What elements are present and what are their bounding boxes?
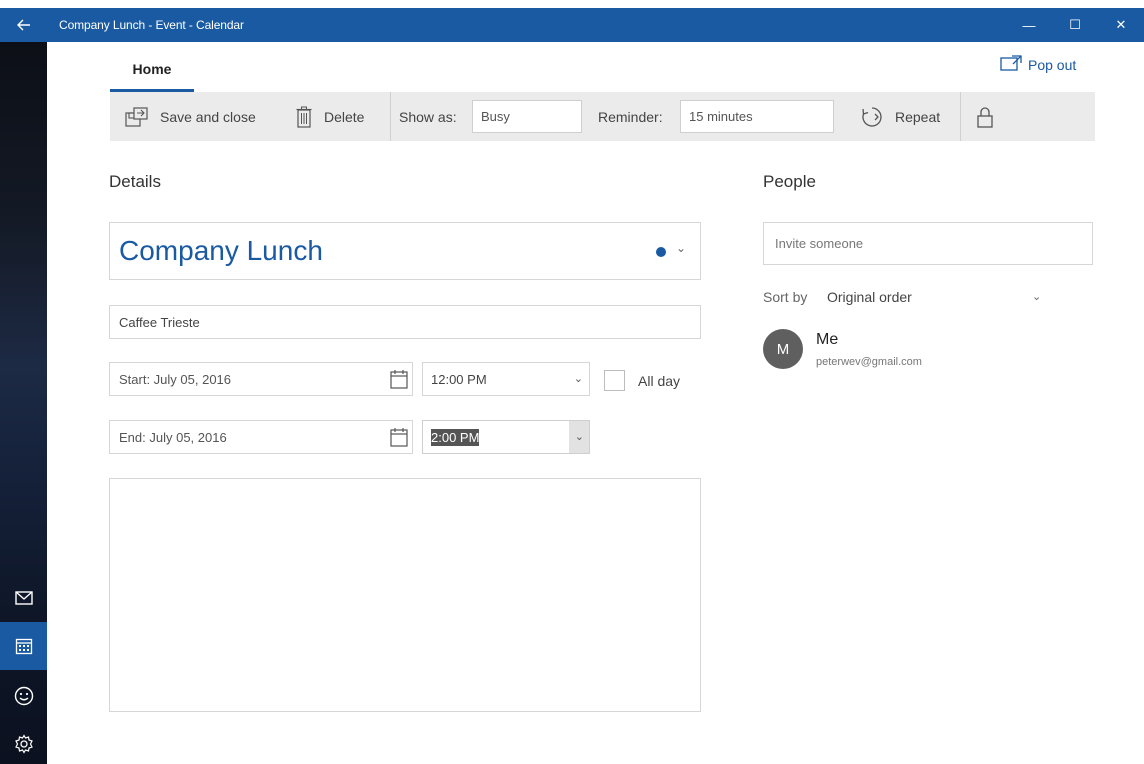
calendar-color-dot[interactable] [656, 247, 666, 257]
repeat-icon [861, 106, 883, 128]
invite-placeholder: Invite someone [775, 236, 864, 251]
lock-icon [976, 106, 994, 128]
delete-label: Delete [324, 108, 365, 125]
chevron-down-icon: ⌄ [573, 373, 583, 385]
toolbar-separator [960, 92, 961, 141]
trash-icon [296, 106, 312, 128]
details-heading: Details [109, 172, 161, 191]
end-time-text: 2:00 PM [431, 428, 480, 446]
pop-out-label: Pop out [1028, 56, 1077, 73]
pop-out-button[interactable]: Pop out [1000, 55, 1076, 74]
calendar-picker-icon[interactable] [390, 369, 408, 392]
sort-by-label: Sort by [763, 289, 808, 305]
private-lock-button[interactable] [976, 92, 994, 141]
repeat-button[interactable]: Repeat [861, 92, 940, 141]
people-heading: People [763, 172, 816, 191]
window-title: Company Lunch - Event - Calendar [59, 18, 244, 32]
popout-icon [1000, 55, 1022, 74]
start-time-dropdown[interactable]: 12:00 PM ⌄ [422, 362, 590, 396]
reminder-dropdown[interactable]: 15 minutes [680, 100, 834, 133]
chevron-down-icon: ⌄ [574, 431, 584, 443]
title-bar: Company Lunch - Event - Calendar — ☐ ✕ [0, 8, 1144, 42]
save-close-icon [124, 106, 150, 128]
end-date-picker[interactable]: End: July 05, 2016 [109, 420, 413, 454]
attendee-email: peterwev@gmail.com [816, 356, 922, 368]
all-day-label: All day [638, 373, 681, 389]
mail-icon[interactable] [0, 574, 47, 622]
chevron-down-icon[interactable]: ⌄ [676, 241, 686, 255]
event-notes-textarea[interactable] [109, 478, 701, 712]
all-day-checkbox[interactable] [604, 370, 625, 391]
start-date-picker[interactable]: Start: July 05, 2016 [109, 362, 413, 396]
maximize-button[interactable]: ☐ [1052, 8, 1098, 42]
event-title-text: Company Lunch [119, 235, 323, 266]
location-input[interactable]: Caffee Trieste [109, 305, 701, 339]
toolbar-separator [390, 92, 391, 141]
back-arrow-icon[interactable] [0, 8, 47, 42]
toolbar: Save and close Delete Show as: Busy Remi… [110, 92, 1095, 141]
start-date-text: Start: July 05, 2016 [119, 371, 232, 387]
location-text: Caffee Trieste [119, 314, 200, 330]
show-as-dropdown[interactable]: Busy [472, 100, 582, 133]
attendee-name: Me [816, 331, 839, 348]
top-strip [0, 0, 1144, 8]
window-controls: — ☐ ✕ [1006, 8, 1144, 42]
invite-someone-input[interactable]: Invite someone [763, 222, 1093, 265]
calendar-picker-icon[interactable] [390, 427, 408, 450]
reminder-label: Reminder: [598, 108, 663, 125]
show-as-label: Show as: [399, 108, 457, 125]
avatar: M [763, 329, 803, 369]
end-date-text: End: July 05, 2016 [119, 429, 227, 445]
minimize-button[interactable]: — [1006, 8, 1052, 42]
feedback-smiley-icon[interactable] [0, 672, 47, 720]
tab-home[interactable]: Home [110, 46, 194, 92]
event-title-input[interactable]: Company Lunch ⌄ [109, 222, 701, 280]
close-button[interactable]: ✕ [1098, 8, 1144, 42]
save-and-close-button[interactable]: Save and close [124, 92, 256, 141]
chevron-down-icon[interactable]: ⌄ [1032, 290, 1041, 303]
repeat-label: Repeat [895, 108, 941, 125]
calendar-icon[interactable] [0, 622, 47, 670]
delete-button[interactable]: Delete [296, 92, 364, 141]
left-nav-rail [0, 42, 47, 764]
start-time-text: 12:00 PM [431, 371, 487, 387]
end-time-dropdown[interactable]: 2:00 PM ⌄ [422, 420, 590, 454]
save-and-close-label: Save and close [160, 108, 256, 125]
settings-gear-icon[interactable] [0, 720, 47, 764]
sort-order-dropdown[interactable]: Original order [827, 289, 912, 305]
